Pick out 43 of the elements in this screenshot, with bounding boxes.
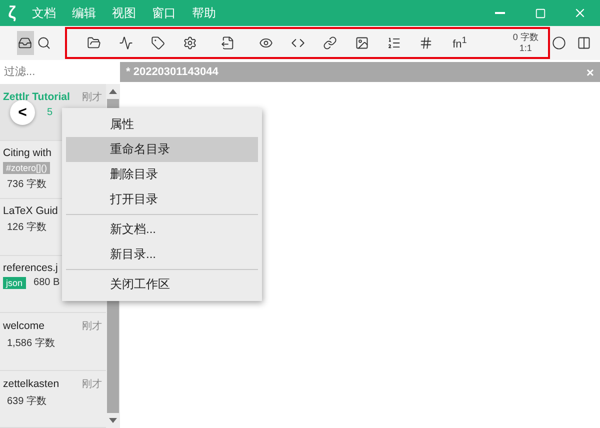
item-title: welcome [3,320,44,332]
eye-icon [258,36,273,50]
tray-icon [18,36,32,50]
circle-icon [552,36,566,50]
export-icon [220,36,235,50]
filter-field[interactable]: 过滤... [0,60,120,84]
item-meta: 1,586 字数 [7,336,55,350]
item-time: 刚才 [82,378,102,391]
item-time: 刚才 [82,90,102,104]
code-icon [290,36,305,50]
toolbar-button[interactable] [17,31,34,55]
item-title: references.j [3,262,58,274]
item-meta: 126 字数 [7,220,46,234]
folder-icon [86,36,101,50]
item-meta: 680 B [34,277,60,288]
footnote-button[interactable]: fn$^{1}$ [448,35,471,51]
tag-label: json [3,276,26,289]
item-title: LaTeX Guid [3,204,58,217]
maximize-icon [534,8,546,18]
item-title: Citing with [3,147,52,160]
search-icon [37,36,52,50]
columns-icon [576,36,591,50]
item-title: Zettlr Tutorial [3,91,70,103]
image-icon [354,36,369,50]
item-meta: 5 [47,107,53,118]
minimize-icon [495,12,505,14]
settings-icon [182,36,197,50]
item-time: 刚才 [82,320,102,334]
chart-icon [118,36,133,50]
word-count: 0 字数 [512,32,538,43]
list-icon [386,36,401,50]
zoom-ratio: 1:1 [519,43,532,54]
close-icon [573,6,587,20]
context-menu-item[interactable]: 重命名目录 [66,137,258,162]
tab-title: * 20220301143044 [126,66,218,78]
item-title: zettelkasten [3,378,60,390]
item-meta: 639 字数 [7,394,46,408]
hash-icon [418,36,433,50]
link-icon [322,36,337,50]
app-logo: ζ [7,3,17,23]
tag-icon [150,36,165,50]
item-meta: 736 字数 [7,178,46,192]
tag-label: #zotero[]() [3,162,50,174]
